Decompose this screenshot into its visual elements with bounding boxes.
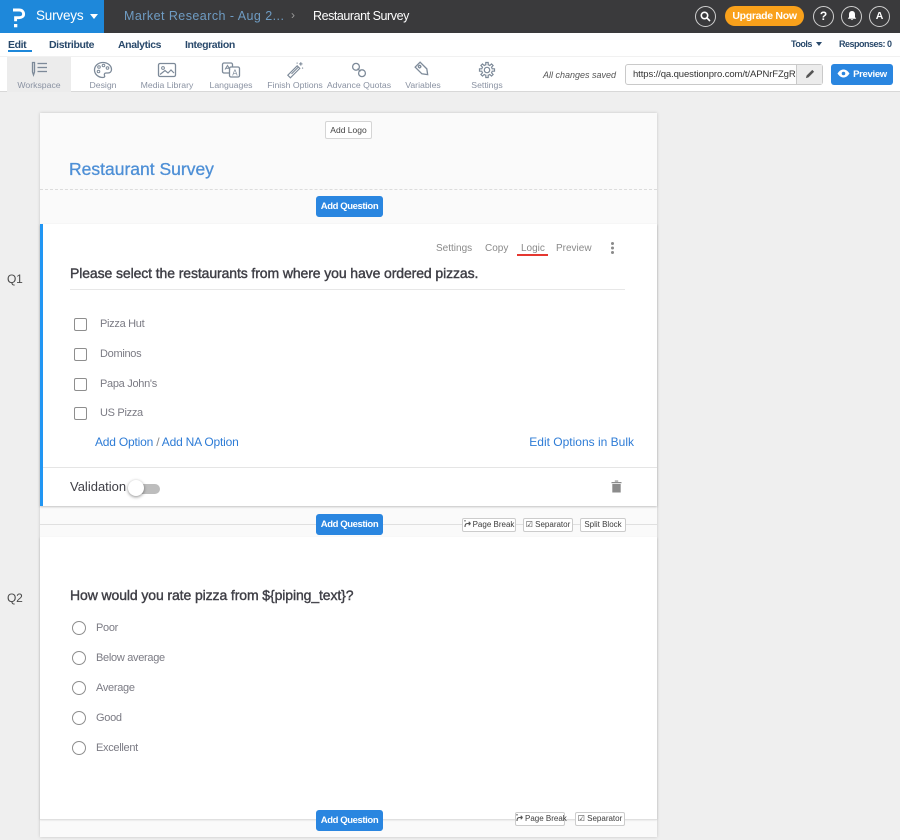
svg-text:A: A (232, 69, 238, 78)
